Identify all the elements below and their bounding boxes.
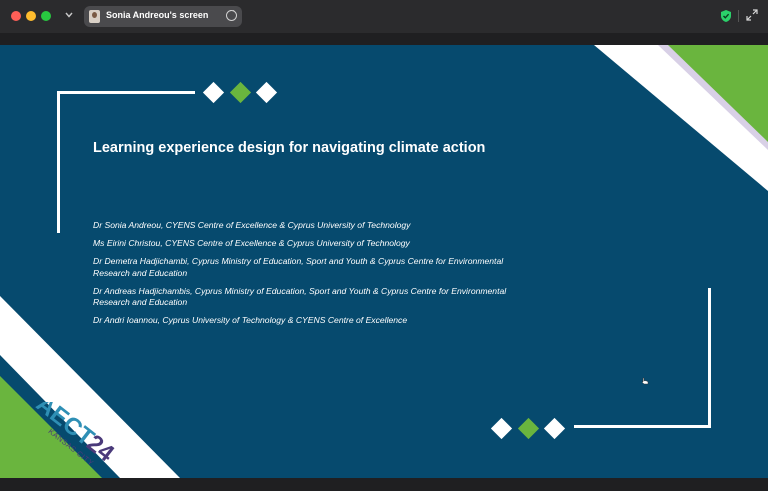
frame-line-right <box>708 288 711 428</box>
author-line: Dr Andri Ioannou, Cyprus University of T… <box>93 315 408 325</box>
presentation-slide: Learning experience design for navigatin… <box>0 45 768 478</box>
author-list: Dr Sonia Andreou, CYENS Centre of Excell… <box>93 220 513 333</box>
slide-title: Learning experience design for navigatin… <box>93 140 486 156</box>
chevron-down-icon[interactable] <box>62 8 76 22</box>
author-line: Dr Demetra Hadjichambi, Cyprus Ministry … <box>93 256 504 278</box>
expand-icon[interactable] <box>746 9 758 21</box>
zoom-window-button[interactable] <box>41 11 51 21</box>
hand-cursor-icon <box>641 377 649 385</box>
frame-line-left <box>57 91 60 233</box>
toolbar-divider <box>738 10 739 22</box>
close-window-button[interactable] <box>11 11 21 21</box>
author-line: Dr Andreas Hadjichambis, Cyprus Ministry… <box>93 285 507 308</box>
frame-line-bottom <box>574 425 711 428</box>
screen-share-label: Sonia Andreou's screen <box>106 10 209 20</box>
screen-share-pill[interactable]: Sonia Andreou's screen <box>84 6 242 27</box>
author-line: Ms Eirini Christou, CYENS Centre of Exce… <box>93 238 410 248</box>
minimize-window-button[interactable] <box>26 11 36 21</box>
shield-check-icon[interactable] <box>719 9 733 23</box>
aect24-logo: AECT 24 KANSAS CITY <box>31 402 120 468</box>
author-line: Dr Sonia Andreou, CYENS Centre of Excell… <box>93 220 411 230</box>
avatar <box>89 10 100 23</box>
window-titlebar: Sonia Andreou's screen <box>0 0 768 33</box>
frame-line-top <box>57 91 195 94</box>
ellipsis-icon[interactable] <box>226 6 237 21</box>
window-content-top-margin <box>0 33 768 45</box>
window-bottom-bar <box>0 478 768 491</box>
